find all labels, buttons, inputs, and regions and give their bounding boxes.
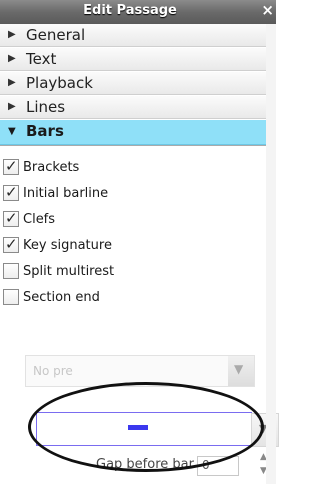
dropdown-button[interactable]: ▼ [228,356,254,386]
window-title: Edit Passage [83,3,177,18]
scrollbar[interactable] [266,24,276,484]
checkbox[interactable]: ✓ [3,157,19,175]
checkbox-label: Initial barline [23,186,109,201]
checkbox-section-end[interactable]: Section end [3,288,233,308]
checkmark-icon: ✓ [5,157,18,175]
checkmark-icon: ✓ [5,183,18,201]
checkbox[interactable]: ✓ [3,209,19,227]
checkbox[interactable] [3,289,19,305]
section-label: Text [26,50,57,68]
checkbox-label: Brackets [23,160,80,175]
checkbox-brackets[interactable]: ✓ Brackets [3,157,233,178]
close-icon[interactable]: × [261,1,274,19]
checkbox-split-multirest[interactable]: Split multirest [3,262,233,282]
triangle-right-icon: ▶ [8,29,16,40]
section-label: Bars [26,122,64,140]
checkbox-label: Split multirest [23,264,115,279]
section-label: Playback [26,74,93,92]
checkbox-label: Clefs [23,212,56,227]
triangle-right-icon: ▶ [8,53,16,64]
section-playback[interactable]: ▶ Playback [0,72,266,95]
checkbox-label: Section end [23,290,100,305]
annotation-ellipse [28,382,264,472]
triangle-right-icon: ▶ [8,77,16,88]
section-label: Lines [26,98,66,116]
checkbox-label: Key signature [23,238,112,253]
section-general[interactable]: ▶ General [0,24,266,47]
checkmark-icon: ✓ [5,209,18,227]
triangle-down-icon: ▼ [8,126,16,137]
section-lines[interactable]: ▶ Lines [0,96,266,119]
checkmark-icon: ✓ [5,235,18,253]
divider [0,145,266,146]
section-bars[interactable]: ▼ Bars [0,120,266,145]
checkbox-clefs[interactable]: ✓ Clefs [3,209,233,230]
section-text[interactable]: ▶ Text [0,48,266,71]
chevron-down-icon: ▼ [234,362,244,376]
checkbox-initial-barline[interactable]: ✓ Initial barline [3,183,233,204]
triangle-right-icon: ▶ [8,101,16,112]
section-label: General [26,26,86,44]
preset-select-value: No pre [33,364,73,378]
checkbox[interactable]: ✓ [3,183,19,201]
checkbox-key-signature[interactable]: ✓ Key signature [3,235,233,256]
checkbox[interactable] [3,263,19,279]
title-bar: Edit Passage × [0,0,276,25]
checkbox[interactable]: ✓ [3,235,19,253]
